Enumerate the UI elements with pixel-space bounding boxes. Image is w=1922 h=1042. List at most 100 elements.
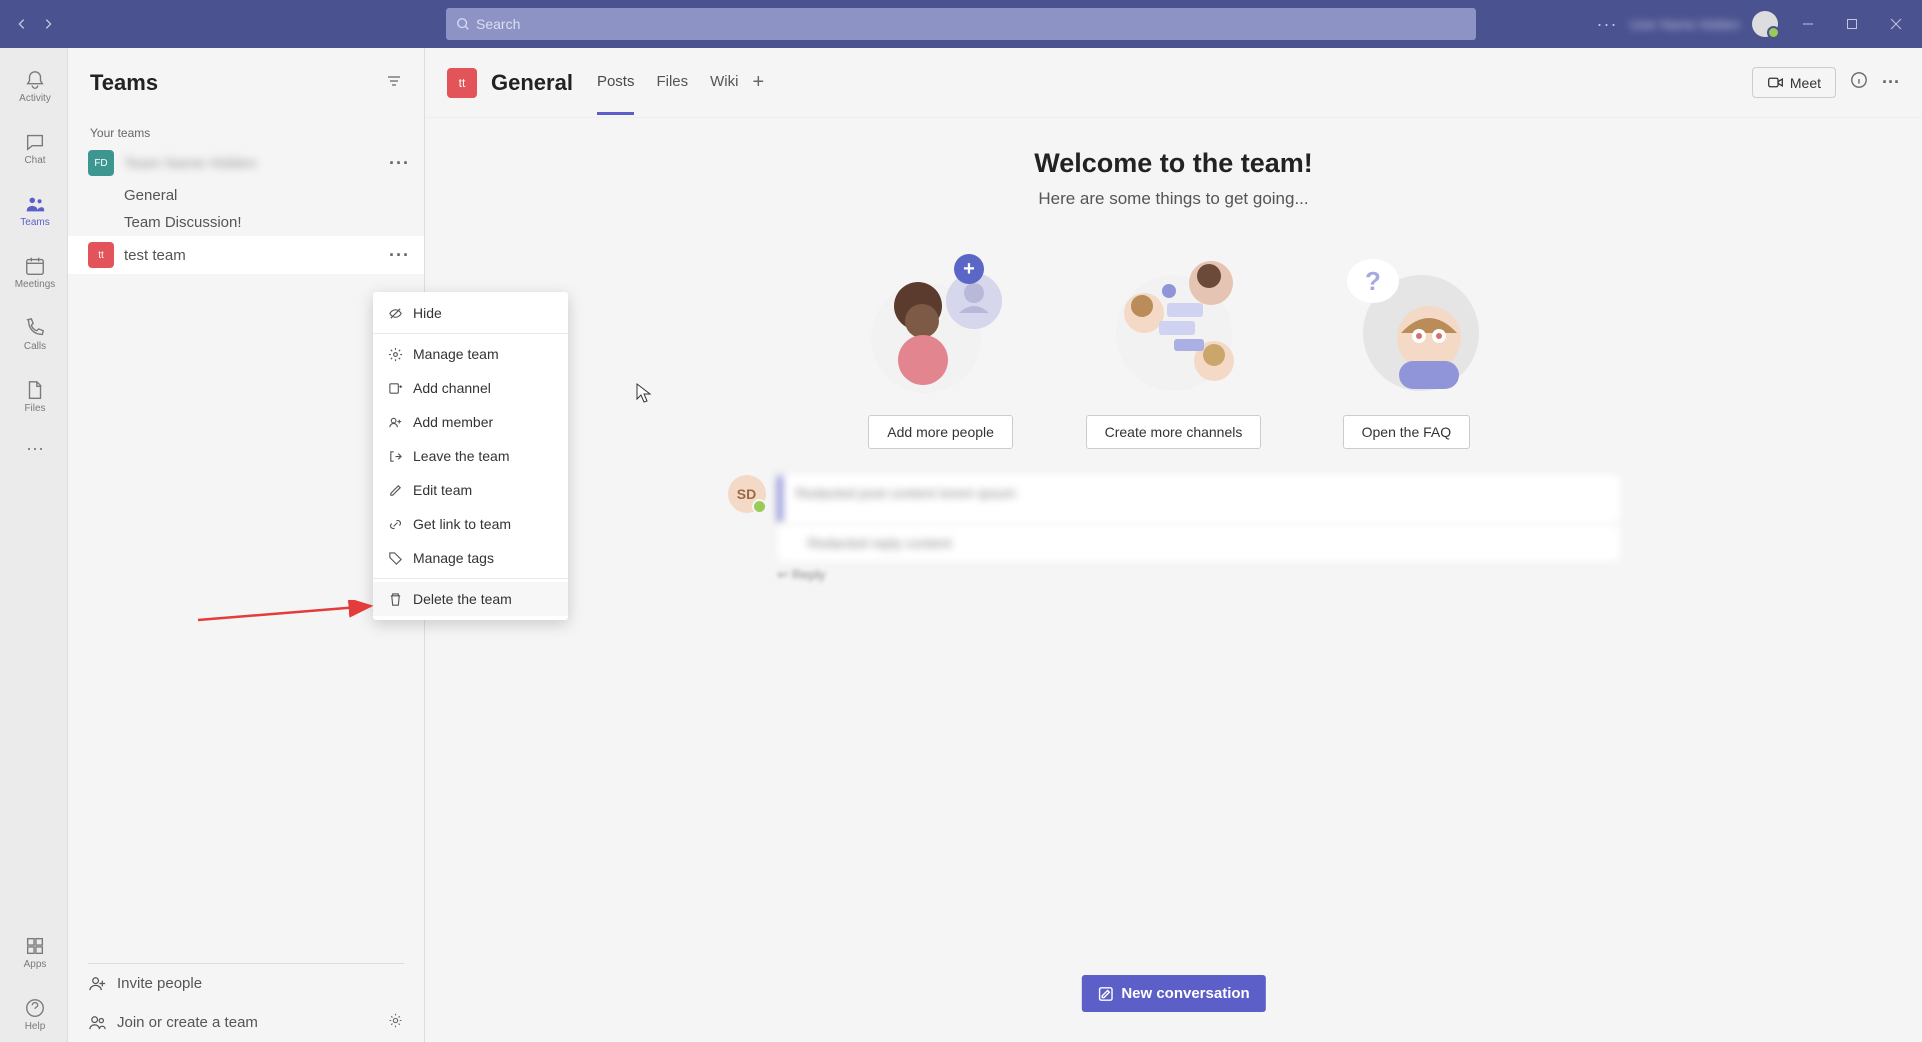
rail-chat-label: Chat: [24, 155, 45, 166]
link-icon: [387, 516, 403, 532]
rail-more[interactable]: ···: [0, 430, 67, 466]
manage-teams-gear-button[interactable]: [387, 1012, 404, 1034]
team-item-1[interactable]: FD Team Name Hidden ···: [68, 144, 424, 182]
ctx-add-member[interactable]: Add member: [373, 405, 568, 439]
open-faq-illustration: ?: [1321, 243, 1491, 393]
ctx-leave-team[interactable]: Leave the team: [373, 439, 568, 473]
post-reply[interactable]: Redacted reply content: [778, 525, 1620, 561]
rail-calls[interactable]: Calls: [0, 306, 67, 362]
ctx-manage-tags[interactable]: Manage tags: [373, 541, 568, 575]
new-conversation-button[interactable]: New conversation: [1081, 975, 1265, 1012]
ctx-manage-team-label: Manage team: [413, 346, 499, 362]
add-more-people-button[interactable]: Add more people: [868, 415, 1013, 449]
trash-icon: [387, 591, 403, 607]
rail-teams[interactable]: Teams: [0, 182, 67, 238]
rail-files[interactable]: Files: [0, 368, 67, 424]
channel-avatar: tt: [447, 68, 477, 98]
nav-back-button[interactable]: [12, 14, 32, 34]
add-tab-button[interactable]: +: [752, 71, 764, 94]
channel-item[interactable]: General: [68, 182, 424, 209]
ctx-manage-team[interactable]: Manage team: [373, 337, 568, 371]
open-faq-button[interactable]: Open the FAQ: [1343, 415, 1471, 449]
ctx-add-channel[interactable]: Add channel: [373, 371, 568, 405]
ctx-add-channel-label: Add channel: [413, 380, 491, 396]
rail-activity[interactable]: Activity: [0, 58, 67, 114]
post-item: SD Redacted post content lorem ipsum Red…: [704, 475, 1644, 583]
tab-wiki[interactable]: Wiki: [710, 51, 738, 115]
post-avatar: SD: [728, 475, 766, 513]
team-more-button[interactable]: ···: [389, 245, 410, 266]
tag-icon: [387, 550, 403, 566]
search-box[interactable]: [446, 8, 1476, 40]
create-more-channels-button[interactable]: Create more channels: [1086, 415, 1262, 449]
add-people-illustration: +: [856, 243, 1026, 393]
hide-icon: [387, 305, 403, 321]
gear-icon: [387, 346, 403, 362]
reply-link[interactable]: ↩ Reply: [778, 567, 1620, 583]
add-channel-icon: [387, 380, 403, 396]
ctx-get-link-label: Get link to team: [413, 516, 511, 532]
meet-label: Meet: [1790, 75, 1821, 91]
ctx-edit-team[interactable]: Edit team: [373, 473, 568, 507]
ctx-delete-team[interactable]: Delete the team: [373, 582, 568, 616]
nav-forward-button[interactable]: [38, 14, 58, 34]
team-name-label: test team: [124, 247, 379, 264]
team-item-2[interactable]: tt test team ···: [68, 236, 424, 274]
close-button[interactable]: [1878, 6, 1914, 42]
channel-header: tt General Posts Files Wiki + Meet ···: [425, 48, 1922, 118]
ctx-hide-label: Hide: [413, 305, 442, 321]
invite-people-label: Invite people: [117, 975, 202, 992]
team-more-button[interactable]: ···: [389, 153, 410, 174]
rail-help-label: Help: [25, 1021, 46, 1032]
ctx-hide[interactable]: Hide: [373, 296, 568, 330]
titlebar-more-button[interactable]: ···: [1596, 14, 1617, 35]
team-avatar: FD: [88, 150, 114, 176]
filter-button[interactable]: [386, 73, 402, 94]
create-channels-illustration: [1089, 243, 1259, 393]
join-create-label: Join or create a team: [117, 1014, 258, 1031]
main-area: tt General Posts Files Wiki + Meet ···: [425, 48, 1922, 1042]
rail-files-label: Files: [24, 403, 45, 414]
rail-meetings-label: Meetings: [15, 279, 56, 290]
user-avatar[interactable]: [1752, 11, 1778, 37]
welcome-subtitle: Here are some things to get going...: [425, 189, 1922, 209]
ctx-edit-team-label: Edit team: [413, 482, 472, 498]
welcome-banner: Welcome to the team! Here are some thing…: [425, 118, 1922, 219]
rail-help[interactable]: Help: [0, 986, 67, 1042]
search-icon: [456, 17, 470, 31]
mouse-cursor-icon: [635, 382, 653, 404]
tab-posts[interactable]: Posts: [597, 51, 635, 115]
svg-text:?: ?: [1365, 266, 1381, 296]
new-conversation-label: New conversation: [1121, 985, 1249, 1002]
channel-more-button[interactable]: ···: [1882, 72, 1900, 93]
ctx-add-member-label: Add member: [413, 414, 493, 430]
leave-icon: [387, 448, 403, 464]
meet-button[interactable]: Meet: [1752, 67, 1836, 98]
welcome-title: Welcome to the team!: [425, 148, 1922, 179]
svg-text:+: +: [963, 258, 975, 280]
sidebar-title: Teams: [90, 70, 158, 96]
your-teams-label: Your teams: [68, 118, 424, 144]
add-member-icon: [387, 414, 403, 430]
tab-files[interactable]: Files: [656, 51, 688, 115]
ctx-get-link[interactable]: Get link to team: [373, 507, 568, 541]
join-create-team-link[interactable]: Join or create a team: [88, 1003, 387, 1042]
rail-apps[interactable]: Apps: [0, 924, 67, 980]
ctx-delete-team-label: Delete the team: [413, 591, 512, 607]
rail-chat[interactable]: Chat: [0, 120, 67, 176]
channel-item[interactable]: Team Discussion!: [68, 209, 424, 236]
edit-icon: [387, 482, 403, 498]
channel-name: General: [491, 70, 573, 96]
title-bar: ··· User Name Hidden: [0, 0, 1922, 48]
rail-apps-label: Apps: [24, 959, 47, 970]
post-message[interactable]: Redacted post content lorem ipsum: [778, 475, 1620, 523]
ctx-leave-team-label: Leave the team: [413, 448, 510, 464]
search-input[interactable]: [476, 16, 1466, 32]
team-name-label: Team Name Hidden: [124, 155, 379, 172]
rail-meetings[interactable]: Meetings: [0, 244, 67, 300]
maximize-button[interactable]: [1834, 6, 1870, 42]
channel-info-button[interactable]: [1850, 71, 1868, 94]
minimize-button[interactable]: [1790, 6, 1826, 42]
invite-people-link[interactable]: Invite people: [88, 964, 404, 1003]
user-name-label: User Name Hidden: [1629, 17, 1740, 32]
